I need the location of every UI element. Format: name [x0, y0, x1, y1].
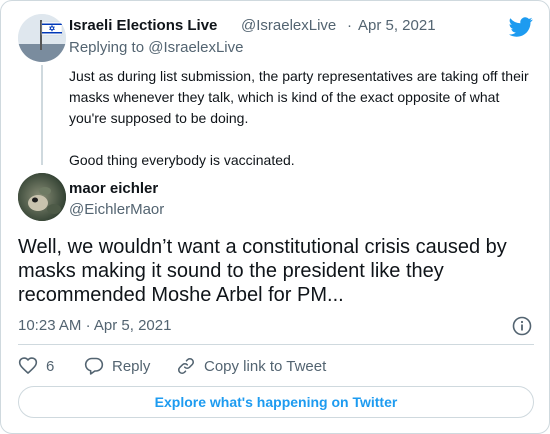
main-avatar[interactable]	[18, 173, 66, 221]
like-count: 6	[46, 357, 55, 375]
twitter-bird-icon[interactable]	[509, 15, 533, 39]
tweet-time: 10:23 AM	[18, 317, 82, 334]
replying-to-handle[interactable]: @IsraelexLive	[148, 39, 243, 56]
parent-display-name[interactable]: Israeli Elections Live	[69, 17, 217, 34]
explore-twitter-button[interactable]: Explore what's happening on Twitter	[18, 386, 534, 418]
actions-divider	[18, 344, 534, 345]
main-display-name[interactable]: maor eichler	[69, 180, 158, 197]
info-icon[interactable]	[512, 316, 532, 336]
reply-button[interactable]: Reply	[84, 356, 150, 376]
main-handle[interactable]: @EichlerMaor	[69, 201, 164, 218]
reply-bubble-icon	[84, 357, 104, 375]
dog-photo-avatar-icon	[18, 173, 66, 221]
parent-handle[interactable]: @IsraelexLive	[241, 17, 336, 34]
tweet-embed-card: Israeli Elections Live @IsraelexLive · A…	[0, 0, 550, 434]
thread-connector-line	[41, 65, 43, 165]
replying-to-line: Replying to @IsraelexLive	[69, 39, 244, 56]
israel-flag-avatar-icon	[18, 14, 66, 62]
link-icon	[178, 358, 194, 374]
tweet-date: Apr 5, 2021	[93, 317, 172, 334]
explore-label: Explore what's happening on Twitter	[154, 394, 398, 410]
copy-link-label: Copy link to Tweet	[204, 357, 327, 375]
tweet-timestamp[interactable]: 10:23 AM · Apr 5, 2021	[18, 317, 171, 334]
replying-to-label: Replying to	[69, 39, 145, 56]
main-tweet-text: Well, we wouldn’t want a constitutional …	[18, 236, 507, 306]
heart-icon	[18, 357, 38, 374]
like-button[interactable]: 6	[18, 356, 54, 376]
copy-link-button[interactable]: Copy link to Tweet	[176, 356, 326, 376]
parent-date[interactable]: Apr 5, 2021	[358, 17, 436, 34]
timestamp-separator: ·	[85, 317, 91, 334]
reply-label: Reply	[112, 357, 151, 375]
parent-avatar[interactable]	[18, 14, 66, 62]
parent-separator: ·	[347, 17, 352, 34]
parent-tweet-text: Just as during list submission, the part…	[69, 68, 529, 168]
